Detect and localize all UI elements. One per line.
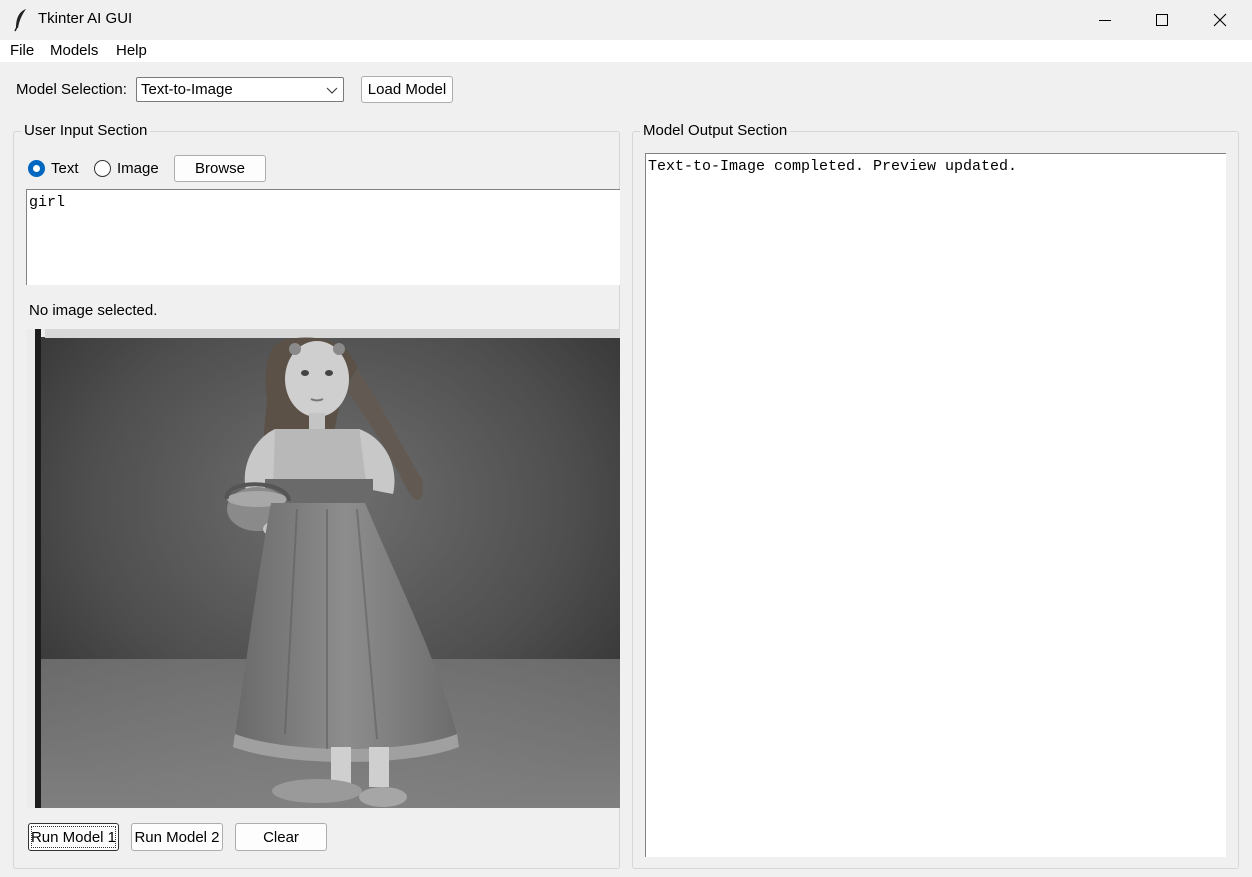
chevron-down-icon (326, 87, 338, 94)
image-preview (27, 329, 620, 808)
model-selection-label: Model Selection: (16, 81, 127, 98)
load-model-button[interactable]: Load Model (361, 76, 453, 103)
model-select-value: Text-to-Image (141, 81, 233, 98)
model-output-section-title: Model Output Section (640, 122, 791, 139)
maximize-icon (1156, 14, 1168, 26)
radio-text[interactable] (28, 160, 45, 177)
run-model-2-button[interactable]: Run Model 2 (131, 823, 223, 851)
maximize-button[interactable] (1133, 0, 1191, 40)
close-button[interactable] (1191, 0, 1249, 40)
radio-image-label[interactable]: Image (117, 160, 159, 177)
menu-models[interactable]: Models (50, 42, 98, 59)
minimize-button[interactable] (1076, 0, 1134, 40)
image-status-label: No image selected. (29, 302, 158, 319)
output-text-area[interactable]: Text-to-Image completed. Preview updated… (645, 153, 1226, 857)
radio-image[interactable] (94, 160, 111, 177)
clear-button[interactable]: Clear (235, 823, 327, 851)
input-text-area[interactable]: girl (26, 189, 620, 285)
model-select[interactable]: Text-to-Image (136, 77, 344, 102)
window-title: Tkinter AI GUI (38, 10, 133, 27)
generated-image (27, 329, 620, 808)
browse-button[interactable]: Browse (174, 155, 266, 182)
run-model-1-button[interactable]: Run Model 1 (28, 823, 119, 851)
menu-file[interactable]: File (10, 42, 34, 59)
menu-help[interactable]: Help (116, 42, 147, 59)
feather-icon (14, 9, 26, 32)
radio-text-label[interactable]: Text (51, 160, 79, 177)
close-icon (1213, 13, 1227, 27)
title-bar: Tkinter AI GUI (0, 0, 1252, 40)
minimize-icon (1099, 20, 1111, 21)
user-input-section-title: User Input Section (21, 122, 151, 139)
menu-bar: File Models Help (0, 40, 1252, 62)
